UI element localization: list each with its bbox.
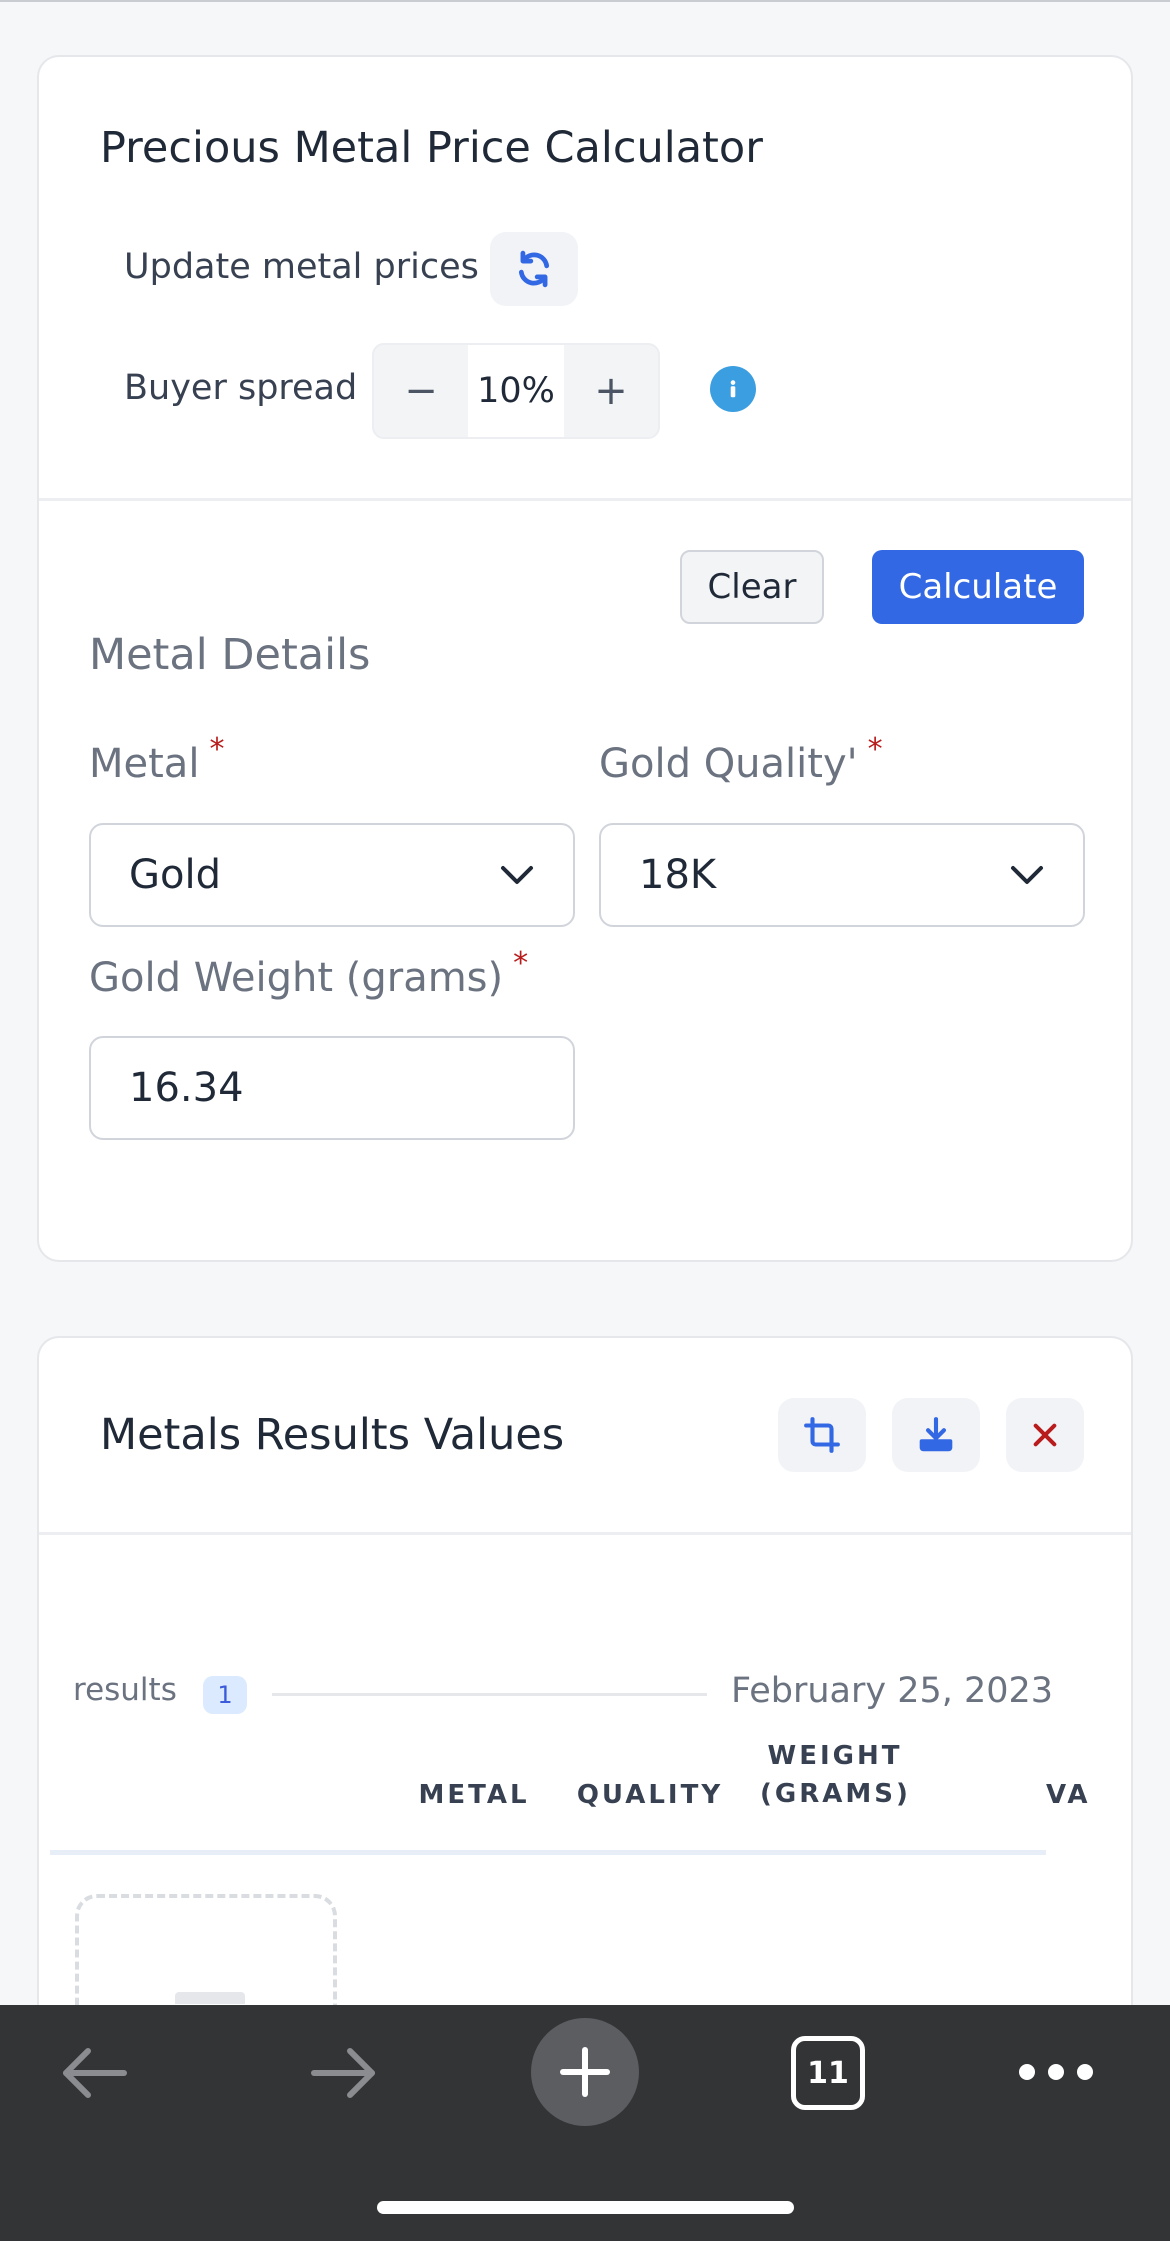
required-marker: *	[513, 946, 529, 981]
calculator-card: Precious Metal Price Calculator Update m…	[37, 55, 1133, 1262]
crop-icon	[804, 1417, 840, 1453]
quality-select[interactable]: 18K	[599, 823, 1085, 927]
top-divider	[0, 0, 1170, 2]
metal-field-label: Metal *	[89, 732, 225, 787]
column-header-weight[interactable]: WEIGHT (GRAMS)	[760, 1737, 910, 1813]
weight-input[interactable]: 16.34	[89, 1036, 575, 1140]
column-header-weight-line2: (GRAMS)	[760, 1779, 911, 1809]
close-results-button[interactable]	[1006, 1398, 1084, 1472]
column-header-weight-line1: WEIGHT	[767, 1741, 903, 1771]
more-icon	[1019, 2064, 1093, 2080]
column-header-metal[interactable]: METAL	[412, 1776, 536, 1814]
column-header-quality[interactable]: QUALITY	[570, 1776, 730, 1814]
download-button[interactable]	[892, 1398, 980, 1472]
required-marker: *	[209, 732, 225, 767]
calculator-title: Precious Metal Price Calculator	[100, 123, 763, 173]
metal-select[interactable]: Gold	[89, 823, 575, 927]
results-date: February 25, 2023	[731, 1671, 1054, 1711]
chevron-down-icon	[1011, 866, 1043, 884]
chevron-down-icon	[501, 866, 533, 884]
results-title: Metals Results Values	[100, 1410, 565, 1460]
column-header-value[interactable]: VA	[1046, 1776, 1096, 1814]
close-icon	[1033, 1423, 1057, 1447]
tabs-button[interactable]: 11	[791, 2036, 865, 2110]
quality-select-value: 18K	[639, 852, 717, 898]
buyer-spread-stepper: − 10% +	[372, 343, 660, 439]
buyer-spread-label: Buyer spread	[124, 368, 358, 408]
info-icon[interactable]	[710, 366, 756, 412]
download-icon	[919, 1417, 953, 1452]
spread-decrement-button[interactable]: −	[374, 345, 468, 437]
refresh-icon	[518, 250, 550, 288]
forward-button[interactable]	[303, 2036, 383, 2110]
more-button[interactable]	[1010, 2050, 1102, 2094]
results-divider	[39, 1532, 1131, 1535]
update-prices-label: Update metal prices	[124, 247, 479, 287]
calculate-button[interactable]: Calculate	[872, 550, 1084, 624]
back-button[interactable]	[55, 2036, 135, 2110]
results-label: results	[73, 1672, 177, 1708]
metal-select-value: Gold	[129, 852, 221, 898]
crop-button[interactable]	[778, 1398, 866, 1472]
placeholder-inner	[175, 1992, 245, 2004]
results-count-badge: 1	[203, 1676, 247, 1714]
spread-increment-button[interactable]: +	[564, 345, 658, 437]
table-header-rule	[50, 1850, 1046, 1855]
home-indicator	[377, 2201, 794, 2214]
results-separator	[272, 1693, 707, 1696]
plus-icon	[560, 2047, 610, 2097]
back-arrow-icon	[63, 2048, 127, 2098]
required-marker: *	[867, 732, 883, 767]
forward-arrow-icon	[311, 2048, 375, 2098]
metal-details-heading: Metal Details	[89, 630, 371, 680]
quality-field-label: Gold Quality' *	[599, 732, 883, 787]
weight-field-label: Gold Weight (grams) *	[89, 946, 529, 1001]
section-divider	[39, 498, 1131, 501]
spread-value[interactable]: 10%	[468, 345, 564, 437]
clear-button[interactable]: Clear	[680, 550, 824, 624]
tabs-count: 11	[807, 2055, 849, 2091]
new-tab-button[interactable]	[531, 2018, 639, 2126]
refresh-prices-button[interactable]	[490, 232, 578, 306]
